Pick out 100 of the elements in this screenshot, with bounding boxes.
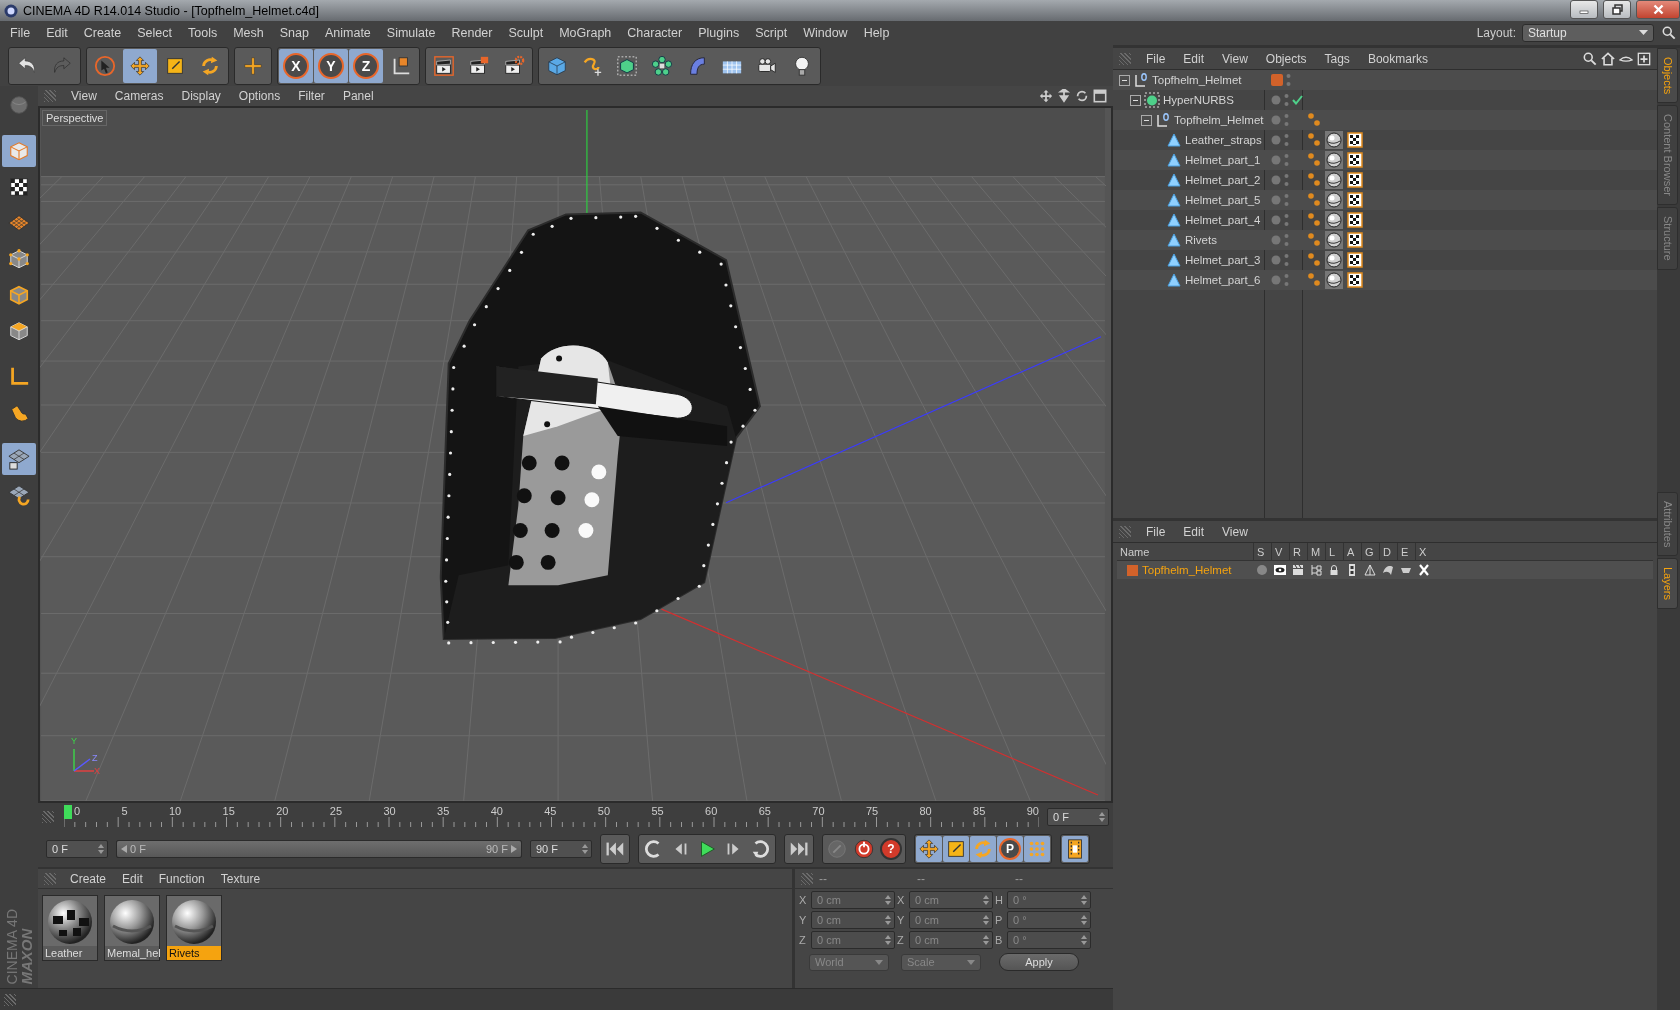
axis-button[interactable]: Z: [349, 48, 383, 83]
material-swatch[interactable]: Leather: [42, 895, 98, 961]
status-dot-icon[interactable]: [1271, 175, 1281, 185]
grip-handle[interactable]: [4, 993, 16, 1006]
menu-item[interactable]: File: [2, 26, 39, 40]
spinner-icon[interactable]: [885, 895, 891, 905]
spinner-icon[interactable]: [1081, 895, 1087, 905]
object-name[interactable]: Helmet_part_4: [1185, 214, 1261, 226]
column-header[interactable]: V: [1271, 543, 1289, 560]
material-tag-icon[interactable]: [1325, 231, 1343, 249]
spinner-icon[interactable]: [885, 935, 891, 945]
spinner-icon[interactable]: [1081, 915, 1087, 925]
checker-tag-icon[interactable]: [1347, 172, 1363, 188]
visibility-dots-icon[interactable]: [1284, 93, 1289, 107]
move-icon[interactable]: [1039, 89, 1053, 103]
frame-field[interactable]: 0 F: [1047, 808, 1109, 826]
axis-button[interactable]: X: [279, 48, 313, 83]
menu-item[interactable]: Edit: [114, 871, 151, 886]
checker-tag-icon[interactable]: [1347, 192, 1363, 208]
deform-icon[interactable]: [1382, 564, 1394, 576]
object-name[interactable]: HyperNURBS: [1163, 94, 1234, 106]
column-header[interactable]: R: [1289, 543, 1307, 560]
menu-item[interactable]: Mesh: [225, 26, 272, 40]
rotate-icon[interactable]: [1075, 89, 1089, 103]
film-icon[interactable]: [1346, 564, 1358, 576]
visibility-dots-icon[interactable]: [1284, 273, 1289, 287]
layer-color-swatch[interactable]: [1271, 74, 1283, 86]
menu-item[interactable]: File: [1137, 524, 1175, 539]
menu-item[interactable]: Character: [619, 26, 691, 40]
menu-item[interactable]: View: [62, 89, 106, 103]
phong-tag-icon[interactable]: [1307, 192, 1321, 208]
material-tag-icon[interactable]: [1325, 251, 1343, 269]
menu-item[interactable]: Panel: [333, 89, 383, 103]
visibility-dots-icon[interactable]: [1286, 73, 1291, 87]
checker-tag-icon[interactable]: [1347, 132, 1363, 148]
object-name[interactable]: Leather_straps: [1185, 134, 1262, 146]
grip-handle[interactable]: [44, 90, 56, 102]
menu-item[interactable]: Animate: [316, 26, 379, 40]
layer-color-swatch[interactable]: [1127, 564, 1138, 576]
spinner-icon[interactable]: [983, 895, 989, 905]
column-header[interactable]: M: [1307, 543, 1325, 560]
column-header[interactable]: G: [1361, 543, 1379, 560]
visibility-dots-icon[interactable]: [1284, 193, 1289, 207]
side-tab[interactable]: Layers: [1657, 558, 1678, 610]
material-swatch[interactable]: Rivets: [166, 895, 222, 961]
menu-item[interactable]: Function: [150, 871, 213, 886]
spinner-icon[interactable]: [983, 935, 989, 945]
axis-button[interactable]: ?: [878, 836, 904, 862]
range-slider[interactable]: 0 F 90 F: [116, 840, 522, 858]
visibility-dots-icon[interactable]: [1284, 173, 1289, 187]
menu-item[interactable]: Script: [747, 26, 796, 40]
menu-item[interactable]: Create: [62, 871, 115, 886]
menu-item[interactable]: Tags: [1315, 51, 1359, 66]
vertical-arrow-icon[interactable]: [1057, 89, 1071, 103]
axis-button[interactable]: Y: [314, 48, 348, 83]
spinner-icon[interactable]: [983, 915, 989, 925]
menu-item[interactable]: Snap: [271, 26, 317, 40]
grip-handle[interactable]: [1119, 525, 1131, 538]
maximize-icon[interactable]: [1093, 89, 1107, 103]
layer-name[interactable]: Topfhelm_Helmet: [1142, 564, 1232, 576]
menu-item[interactable]: Display: [172, 89, 230, 103]
menu-item[interactable]: MoGraph: [551, 26, 620, 40]
object-name[interactable]: Helmet_part_3: [1185, 254, 1261, 266]
object-name[interactable]: Rivets: [1185, 234, 1217, 246]
menu-item[interactable]: Simulate: [378, 26, 444, 40]
side-tab[interactable]: Objects: [1657, 48, 1678, 104]
spinner-icon[interactable]: [1081, 935, 1087, 945]
grip-handle[interactable]: [42, 811, 54, 823]
menu-item[interactable]: Filter: [289, 89, 334, 103]
restore-button[interactable]: [1603, 0, 1631, 19]
menu-item[interactable]: Options: [229, 89, 290, 103]
menu-item[interactable]: Tools: [180, 26, 226, 40]
visibility-dots-icon[interactable]: [1284, 253, 1289, 267]
menu-item[interactable]: View: [1213, 51, 1257, 66]
collapse-icon[interactable]: [1130, 94, 1141, 106]
menu-item[interactable]: Edit: [1174, 524, 1214, 539]
status-dot-icon[interactable]: [1271, 275, 1281, 285]
frame-field[interactable]: 0 F: [46, 840, 108, 858]
object-name[interactable]: Helmet_part_5: [1185, 194, 1261, 206]
visibility-dots-icon[interactable]: [1284, 153, 1289, 167]
column-header[interactable]: L: [1325, 543, 1343, 560]
object-name[interactable]: Helmet_part_6: [1185, 274, 1261, 286]
home-icon[interactable]: [1601, 51, 1615, 66]
menu-item[interactable]: Objects: [1256, 51, 1316, 66]
visibility-dots-icon[interactable]: [1284, 113, 1289, 127]
axis-button[interactable]: P: [997, 836, 1023, 862]
material-tag-icon[interactable]: [1325, 171, 1343, 189]
search-icon[interactable]: [1662, 26, 1676, 40]
status-dot-icon[interactable]: [1271, 115, 1281, 125]
check-icon[interactable]: [1292, 95, 1303, 105]
dot-icon[interactable]: [1256, 564, 1268, 576]
apply-button[interactable]: Apply: [999, 953, 1079, 971]
material-tag-icon[interactable]: [1325, 131, 1343, 149]
checker-tag-icon[interactable]: [1347, 272, 1363, 288]
menu-item[interactable]: Edit: [38, 26, 76, 40]
material-tag-icon[interactable]: [1325, 271, 1343, 289]
material-swatch[interactable]: Memal_hel: [104, 895, 160, 961]
menu-item[interactable]: Texture: [212, 871, 269, 886]
menu-item[interactable]: Bookmarks: [1358, 51, 1437, 66]
column-header[interactable]: D: [1379, 543, 1397, 560]
